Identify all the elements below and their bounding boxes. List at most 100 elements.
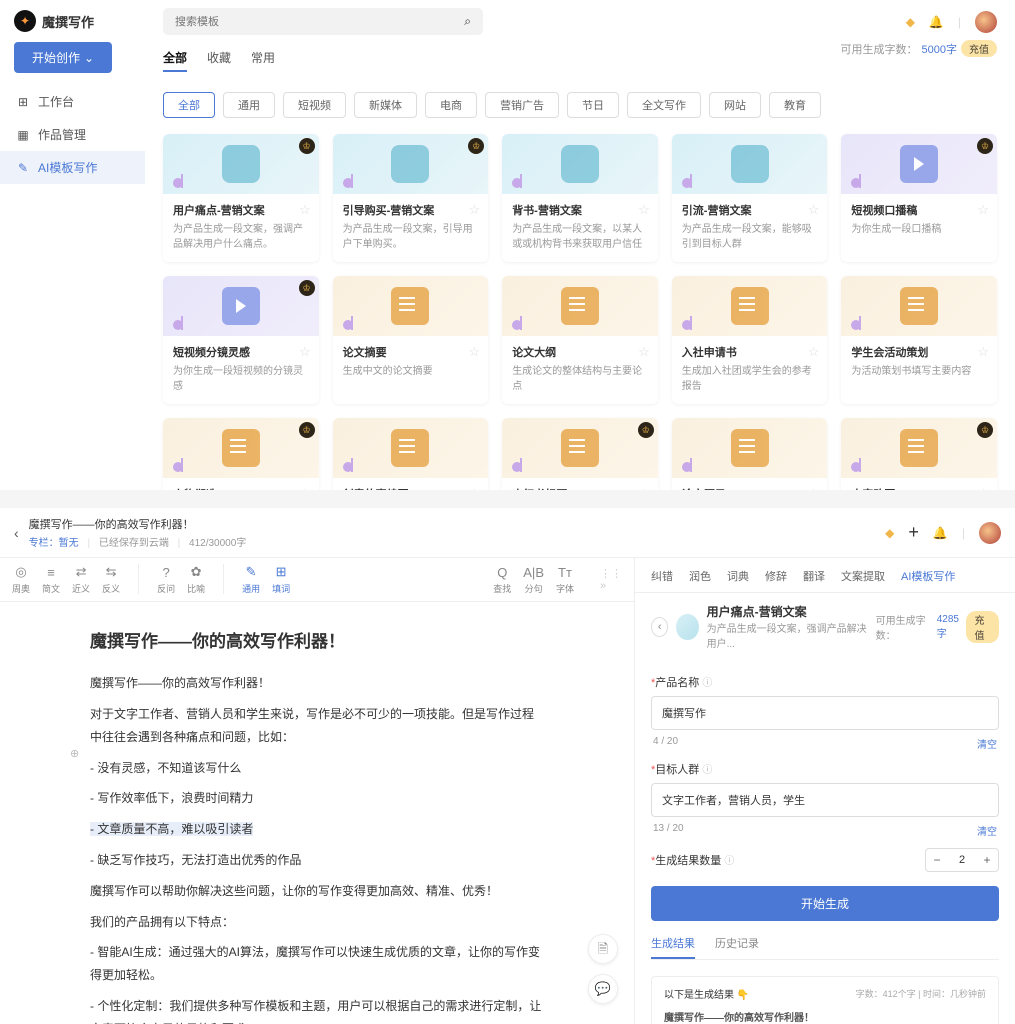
qty-minus[interactable]: − bbox=[926, 849, 948, 871]
tool-周奥[interactable]: ◎周奥 bbox=[12, 564, 30, 595]
right-tab-润色[interactable]: 润色 bbox=[689, 568, 711, 584]
template-card[interactable]: ♔ 小红书标题 ☆ bbox=[502, 418, 658, 490]
favorite-icon[interactable]: ☆ bbox=[808, 486, 820, 490]
tool-反义[interactable]: ⇆反义 bbox=[102, 564, 120, 595]
filter-营销广告[interactable]: 营销广告 bbox=[485, 92, 559, 118]
filter-节日[interactable]: 节日 bbox=[567, 92, 619, 118]
tool-分句[interactable]: A|B分句 bbox=[523, 564, 544, 595]
back-circle-icon[interactable]: ‹ bbox=[651, 617, 668, 637]
back-icon[interactable]: ‹ bbox=[14, 525, 19, 541]
template-card[interactable]: 引流-营销文案 为产品生成一段文案，能够吸引到目标人群 ☆ bbox=[672, 134, 828, 262]
filter-全部[interactable]: 全部 bbox=[163, 92, 215, 118]
diamond-icon[interactable]: ◆ bbox=[885, 526, 894, 540]
tool-比喻[interactable]: ✿比喻 bbox=[187, 564, 205, 595]
product-name-input[interactable]: 魔撰写作 bbox=[651, 696, 999, 730]
favorite-icon[interactable]: ☆ bbox=[299, 344, 311, 360]
selected-line[interactable]: - 文章质量不高，难以吸引读者 bbox=[90, 822, 253, 836]
info-icon[interactable]: ⓘ bbox=[702, 678, 712, 689]
template-card[interactable]: 论文摘要 生成中文的论文摘要 ☆ bbox=[333, 276, 489, 404]
template-card[interactable]: ♔ 短视频分镜灵感 为你生成一段短视频的分镜灵感 ☆ bbox=[163, 276, 319, 404]
tool-简文[interactable]: ≡简文 bbox=[42, 564, 60, 595]
right-tab-文案提取[interactable]: 文案提取 bbox=[841, 568, 885, 584]
favorite-icon[interactable]: ☆ bbox=[808, 344, 820, 360]
filter-通用[interactable]: 通用 bbox=[223, 92, 275, 118]
template-card[interactable]: ♔ 人物塑造 ☆ bbox=[163, 418, 319, 490]
nav-item-1[interactable]: ▦作品管理 bbox=[0, 118, 145, 151]
favorite-icon[interactable]: ☆ bbox=[638, 202, 650, 218]
filter-短视频[interactable]: 短视频 bbox=[283, 92, 346, 118]
template-card[interactable]: 论文大纲 生成论文的整体结构与主要论点 ☆ bbox=[502, 276, 658, 404]
add-icon[interactable]: + bbox=[908, 522, 919, 543]
template-card[interactable]: 创意故事续写 ☆ bbox=[333, 418, 489, 490]
favorite-icon[interactable]: ☆ bbox=[299, 486, 311, 490]
filter-教育[interactable]: 教育 bbox=[769, 92, 821, 118]
tab-收藏[interactable]: 收藏 bbox=[207, 49, 231, 72]
tool-近义[interactable]: ⇄近义 bbox=[72, 564, 90, 595]
avatar[interactable] bbox=[979, 522, 1001, 544]
search-input[interactable] bbox=[175, 16, 464, 28]
filter-网站[interactable]: 网站 bbox=[709, 92, 761, 118]
right-tab-纠错[interactable]: 纠错 bbox=[651, 568, 673, 584]
tool-字体[interactable]: Tт字体 bbox=[556, 564, 574, 595]
recharge-button[interactable]: 充值 bbox=[966, 611, 999, 643]
clear-button[interactable]: 清空 bbox=[977, 736, 997, 751]
content-line[interactable]: 我们的产品拥有以下特点： bbox=[90, 911, 544, 934]
favorite-icon[interactable]: ☆ bbox=[299, 202, 311, 218]
recharge-button[interactable]: 充值 bbox=[961, 40, 997, 57]
template-card[interactable]: ♔ 内容改写 ☆ bbox=[841, 418, 997, 490]
filter-新媒体[interactable]: 新媒体 bbox=[354, 92, 417, 118]
favorite-icon[interactable]: ☆ bbox=[638, 486, 650, 490]
search-box[interactable]: ⌕ bbox=[163, 8, 483, 35]
tool-通用[interactable]: ✎通用 bbox=[242, 564, 260, 595]
template-card[interactable]: 论文题目 ☆ bbox=[672, 418, 828, 490]
content-line[interactable]: - 智能AI生成：通过强大的AI算法，魔撰写作可以快速生成优质的文章，让你的写作… bbox=[90, 941, 544, 987]
nav-item-2[interactable]: ✎AI模板写作 bbox=[0, 151, 145, 184]
info-icon[interactable]: ⓘ bbox=[702, 765, 712, 776]
right-tab-词典[interactable]: 词典 bbox=[727, 568, 749, 584]
favorite-icon[interactable]: ☆ bbox=[977, 202, 989, 218]
content-line[interactable]: 魔撰写作可以帮助你解决这些问题，让你的写作变得更加高效、精准、优秀！ bbox=[90, 880, 544, 903]
template-card[interactable]: ♔ 引导购买-营销文案 为产品生成一段文案，引导用户下单购买。 ☆ bbox=[333, 134, 489, 262]
content-line[interactable]: 对于文字工作者、营销人员和学生来说，写作是必不可少的一项技能。但是写作过程中往往… bbox=[90, 703, 544, 749]
chat-icon[interactable]: 💬 bbox=[588, 974, 618, 1004]
tool-反问[interactable]: ?反问 bbox=[157, 564, 175, 595]
template-card[interactable]: 入社申请书 生成加入社团或学生会的参考报告 ☆ bbox=[672, 276, 828, 404]
template-card[interactable]: ♔ 短视频口播稿 为你生成一段口播稿 ☆ bbox=[841, 134, 997, 262]
content-line[interactable]: 魔撰写作——你的高效写作利器！ bbox=[90, 672, 544, 695]
favorite-icon[interactable]: ☆ bbox=[977, 344, 989, 360]
filter-电商[interactable]: 电商 bbox=[425, 92, 477, 118]
filter-全文写作[interactable]: 全文写作 bbox=[627, 92, 701, 118]
clear-button[interactable]: 清空 bbox=[977, 823, 997, 838]
tool-查找[interactable]: Q查找 bbox=[493, 564, 511, 595]
right-tab-修辞[interactable]: 修辞 bbox=[765, 568, 787, 584]
favorite-icon[interactable]: ☆ bbox=[638, 344, 650, 360]
bell-icon[interactable]: 🔔 bbox=[933, 526, 948, 540]
nav-item-0[interactable]: ⊞工作台 bbox=[0, 85, 145, 118]
notes-icon[interactable]: 🗎 bbox=[588, 934, 618, 964]
diamond-icon[interactable]: ◆ bbox=[906, 15, 915, 29]
info-icon[interactable]: ⓘ bbox=[724, 856, 734, 867]
tab-常用[interactable]: 常用 bbox=[251, 49, 275, 72]
favorite-icon[interactable]: ☆ bbox=[469, 486, 481, 490]
right-tab-AI模板写作[interactable]: AI模板写作 bbox=[901, 568, 955, 584]
content-line[interactable]: - 没有灵感，不知道该写什么 bbox=[90, 757, 544, 780]
drag-handle-icon[interactable]: ⋮⋮» bbox=[600, 567, 622, 592]
avatar[interactable] bbox=[975, 11, 997, 33]
favorite-icon[interactable]: ☆ bbox=[469, 344, 481, 360]
bell-icon[interactable]: 🔔 bbox=[929, 15, 944, 29]
favorite-icon[interactable]: ☆ bbox=[977, 486, 989, 490]
generate-button[interactable]: 开始生成 bbox=[651, 886, 999, 921]
target-audience-input[interactable]: 文字工作者，营销人员，学生 bbox=[651, 783, 999, 817]
right-tab-翻译[interactable]: 翻译 bbox=[803, 568, 825, 584]
tab-全部[interactable]: 全部 bbox=[163, 49, 187, 72]
doc-content[interactable]: 魔撰写作——你的高效写作利器！ 魔撰写作——你的高效写作利器！对于文字工作者、营… bbox=[0, 602, 634, 1024]
result-tab-历史记录[interactable]: 历史记录 bbox=[715, 935, 759, 959]
qty-plus[interactable]: + bbox=[976, 849, 998, 871]
content-line[interactable]: - 个性化定制：我们提供多种写作模板和主题，用户可以根据自己的需求进行定制，让文… bbox=[90, 995, 544, 1024]
content-line[interactable]: - 缺乏写作技巧，无法打造出优秀的作品 bbox=[90, 849, 544, 872]
favorite-icon[interactable]: ☆ bbox=[808, 202, 820, 218]
template-card[interactable]: ♔ 用户痛点-营销文案 为产品生成一段文案，强调产品解决用户什么痛点。 ☆ bbox=[163, 134, 319, 262]
create-button[interactable]: 开始创作⌄ bbox=[14, 42, 112, 73]
content-line[interactable]: - 写作效率低下，浪费时间精力 bbox=[90, 787, 544, 810]
favorite-icon[interactable]: ☆ bbox=[469, 202, 481, 218]
